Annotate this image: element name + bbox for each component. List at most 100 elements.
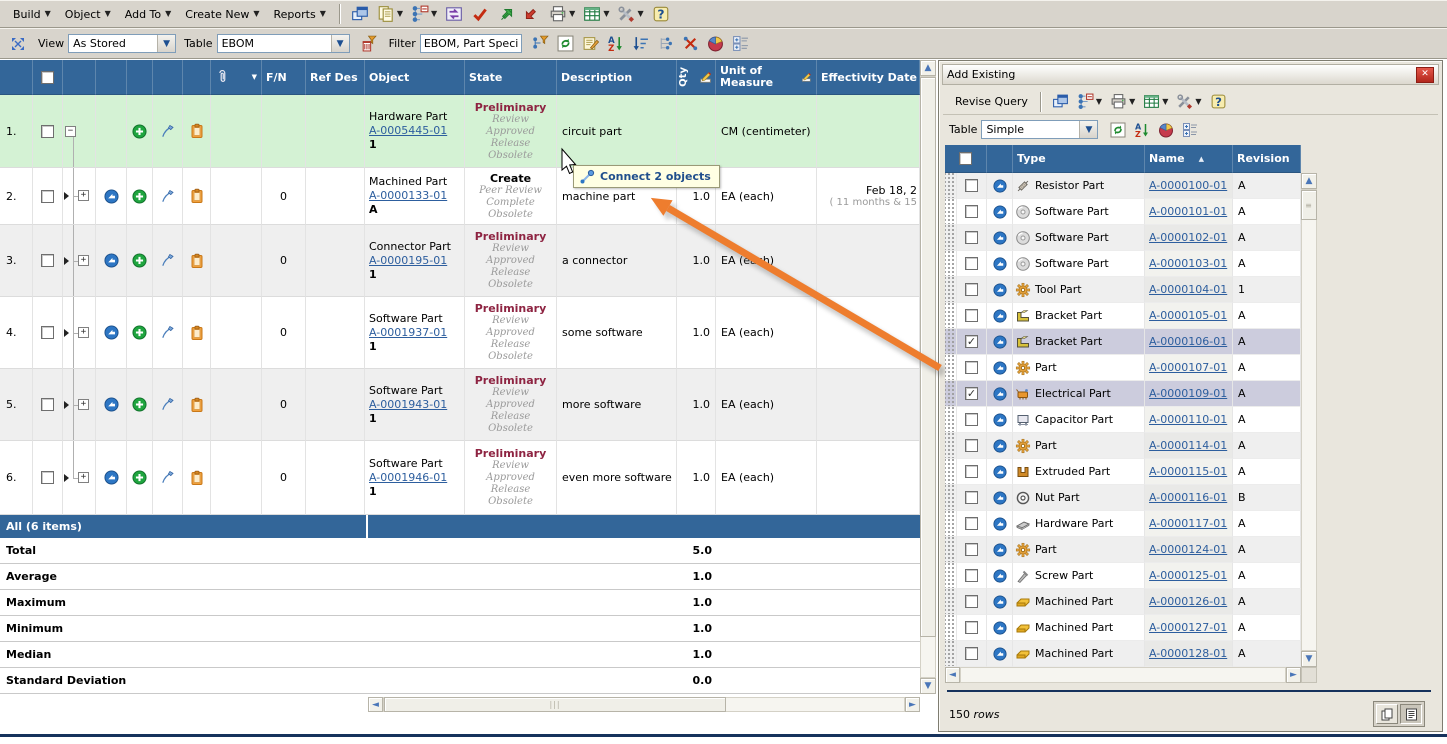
search-result-row[interactable]: Bracket Part A-0000105-01 A bbox=[945, 303, 1301, 329]
scroll-left-icon[interactable]: ◄ bbox=[368, 697, 383, 712]
row-checkbox-cell[interactable] bbox=[957, 225, 987, 251]
expand-icon[interactable]: + bbox=[78, 399, 89, 410]
search-result-row[interactable]: Tool Part A-0000104-01 1 bbox=[945, 277, 1301, 303]
structure-navigator-icon[interactable]: ▼ bbox=[1073, 91, 1106, 112]
sort-tree-icon[interactable] bbox=[632, 35, 649, 52]
edit-item-cell[interactable] bbox=[153, 441, 183, 515]
demote-arrow-icon[interactable] bbox=[523, 5, 541, 23]
open-item-cell[interactable] bbox=[987, 459, 1013, 485]
object-link[interactable]: A-0001946-01 bbox=[369, 471, 447, 485]
row-checkbox-cell[interactable] bbox=[957, 173, 987, 199]
open-item-cell[interactable] bbox=[96, 369, 127, 441]
add-item-cell[interactable] bbox=[127, 297, 153, 369]
drag-handle[interactable] bbox=[945, 199, 957, 225]
row-checkbox[interactable] bbox=[965, 517, 978, 530]
row-checkbox-cell[interactable] bbox=[957, 641, 987, 667]
structure-navigator-icon[interactable] bbox=[411, 5, 429, 23]
copy-item-cell[interactable] bbox=[183, 297, 211, 369]
list-view-icon[interactable] bbox=[1400, 704, 1422, 724]
drag-handle[interactable] bbox=[945, 615, 957, 641]
main-horizontal-scrollbar[interactable]: ◄ ||| ► bbox=[368, 697, 920, 712]
copy-item-cell[interactable] bbox=[183, 168, 211, 225]
row-checkbox-cell[interactable] bbox=[957, 433, 987, 459]
chevron-down-icon[interactable]: ▼ bbox=[603, 10, 609, 18]
item-link[interactable]: A-0000126-01 bbox=[1149, 595, 1227, 608]
item-link[interactable]: A-0000107-01 bbox=[1149, 361, 1227, 374]
object-link[interactable]: A-0000133-01 bbox=[369, 189, 447, 203]
refresh-icon[interactable] bbox=[557, 35, 574, 52]
add-item-cell[interactable] bbox=[127, 225, 153, 297]
select-all-checkbox[interactable] bbox=[33, 60, 63, 95]
header-qty[interactable]: Qty bbox=[677, 60, 716, 95]
search-result-row[interactable]: Machined Part A-0000126-01 A bbox=[945, 589, 1301, 615]
header-fn[interactable]: F/N bbox=[262, 60, 306, 95]
drag-handle[interactable] bbox=[945, 173, 957, 199]
structure-navigator-icon[interactable]: ▼ bbox=[407, 3, 441, 25]
panel-table-select[interactable]: Simple ▼ bbox=[981, 120, 1098, 139]
item-link[interactable]: A-0000124-01 bbox=[1149, 543, 1227, 556]
edit-item-cell[interactable] bbox=[153, 95, 183, 168]
search-result-row[interactable]: Screw Part A-0000125-01 A bbox=[945, 563, 1301, 589]
expand-grid-icon[interactable] bbox=[6, 34, 30, 54]
header-uom[interactable]: Unit of Measure bbox=[716, 60, 817, 95]
sort-az-icon[interactable] bbox=[1130, 120, 1154, 140]
item-link[interactable]: A-0000115-01 bbox=[1149, 465, 1227, 478]
row-checkbox[interactable] bbox=[965, 439, 978, 452]
row-checkbox[interactable] bbox=[965, 413, 978, 426]
open-item-cell[interactable] bbox=[987, 199, 1013, 225]
open-item-cell[interactable] bbox=[987, 485, 1013, 511]
row-checkbox-cell[interactable] bbox=[957, 511, 987, 537]
edit-item-cell[interactable] bbox=[153, 168, 183, 225]
drag-handle[interactable] bbox=[945, 407, 957, 433]
search-result-row[interactable]: Part A-0000114-01 A bbox=[945, 433, 1301, 459]
drag-handle[interactable] bbox=[945, 329, 957, 355]
copy-icon[interactable] bbox=[377, 5, 395, 23]
open-item-cell[interactable] bbox=[987, 641, 1013, 667]
drag-handle[interactable] bbox=[945, 355, 957, 381]
item-link[interactable]: A-0000127-01 bbox=[1149, 621, 1227, 634]
row-checkbox-cell[interactable] bbox=[957, 199, 987, 225]
chevron-down-icon[interactable]: ▼ bbox=[157, 35, 175, 52]
drag-handle[interactable] bbox=[945, 485, 957, 511]
row-checkbox[interactable] bbox=[965, 257, 978, 270]
scrollbar-thumb[interactable]: ||| bbox=[384, 697, 726, 712]
open-item-cell[interactable] bbox=[96, 168, 127, 225]
edit-item-cell[interactable] bbox=[153, 369, 183, 441]
row-checkbox-cell[interactable]: ✓ bbox=[957, 329, 987, 355]
tools-icon[interactable]: ▼ bbox=[1172, 91, 1205, 112]
help-icon[interactable] bbox=[1210, 93, 1227, 110]
export-grid-icon[interactable]: ▼ bbox=[1139, 91, 1172, 112]
row-checkbox[interactable] bbox=[33, 369, 63, 441]
scroll-down-icon[interactable]: ▼ bbox=[920, 678, 936, 694]
new-window-icon[interactable] bbox=[1048, 91, 1073, 112]
chevron-down-icon[interactable]: ▼ bbox=[431, 10, 437, 18]
search-result-row[interactable]: Hardware Part A-0000117-01 A bbox=[945, 511, 1301, 537]
expand-icon[interactable]: + bbox=[78, 255, 89, 266]
row-checkbox[interactable] bbox=[965, 361, 978, 374]
search-result-row[interactable]: Extruded Part A-0000115-01 A bbox=[945, 459, 1301, 485]
print-icon[interactable]: ▼ bbox=[1106, 91, 1139, 112]
chevron-down-icon[interactable]: ▼ bbox=[569, 10, 575, 18]
chevron-down-icon[interactable]: ▼ bbox=[1079, 121, 1097, 138]
open-item-cell[interactable] bbox=[987, 225, 1013, 251]
scrollbar-thumb[interactable]: ≡ bbox=[1301, 190, 1317, 220]
help-icon[interactable] bbox=[652, 5, 670, 23]
search-result-row[interactable]: Software Part A-0000103-01 A bbox=[945, 251, 1301, 277]
edit-item-cell[interactable] bbox=[153, 297, 183, 369]
header-revision[interactable]: Revision bbox=[1233, 145, 1301, 173]
open-item-icon[interactable] bbox=[104, 253, 119, 268]
header-type[interactable]: Type bbox=[1013, 145, 1145, 173]
item-link[interactable]: A-0000125-01 bbox=[1149, 569, 1227, 582]
item-link[interactable]: A-0000114-01 bbox=[1149, 439, 1227, 452]
disconnect-icon[interactable] bbox=[678, 33, 703, 54]
tools-icon[interactable] bbox=[617, 5, 635, 23]
table-row[interactable]: 4. + 0 Software PartA-0001937-011 Prelim… bbox=[0, 297, 920, 369]
row-checkbox[interactable] bbox=[965, 491, 978, 504]
card-view-icon[interactable] bbox=[1376, 704, 1398, 724]
row-checkbox-cell[interactable] bbox=[957, 407, 987, 433]
add-item-cell[interactable] bbox=[127, 95, 153, 168]
object-link[interactable]: A-0000195-01 bbox=[369, 254, 447, 268]
scroll-down-icon[interactable]: ▼ bbox=[1301, 651, 1317, 667]
help-icon[interactable] bbox=[1206, 91, 1231, 112]
row-checkbox-cell[interactable] bbox=[957, 537, 987, 563]
